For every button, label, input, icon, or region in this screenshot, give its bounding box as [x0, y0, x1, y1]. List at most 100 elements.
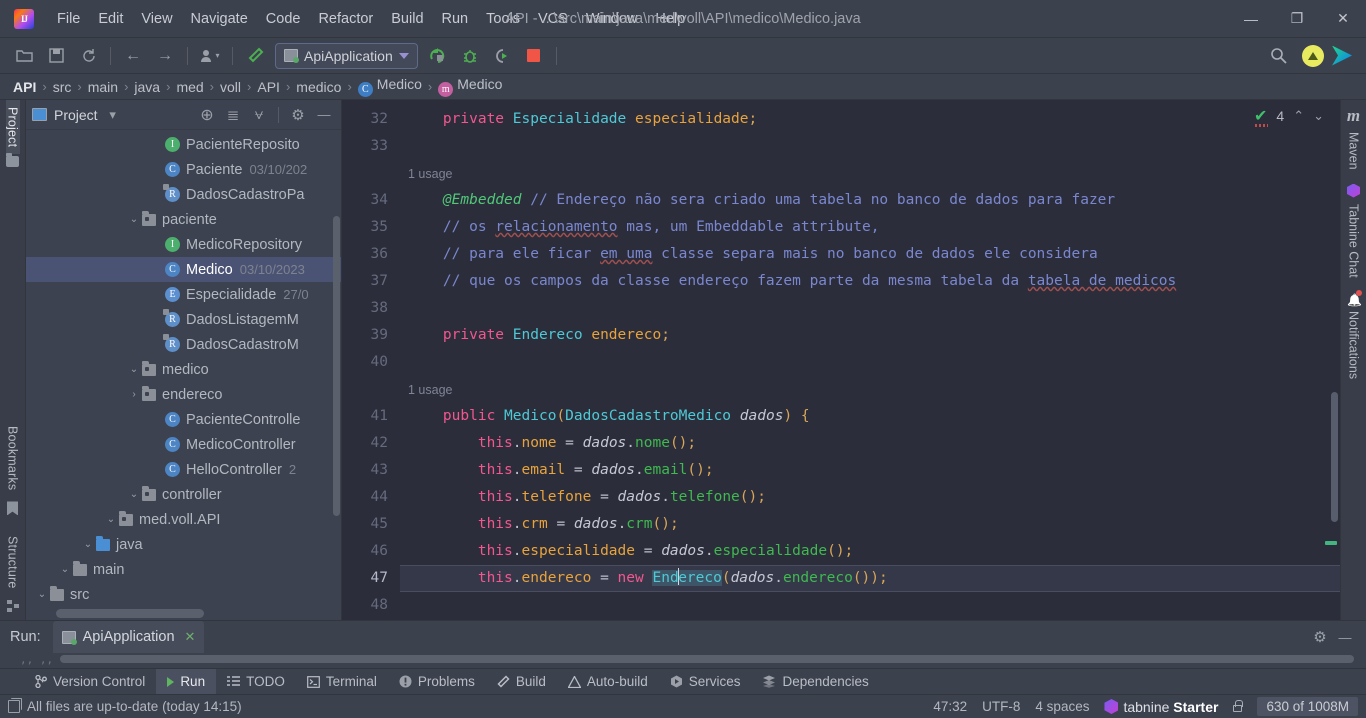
gutter-line-42[interactable]: 42 [342, 430, 400, 457]
usage-hint-row-1[interactable]: 1 usage [400, 160, 1340, 187]
project-tree[interactable]: I PacienteReposito C Paciente 03/10/202 R Dado… [26, 130, 341, 620]
breadcrumb-item-src[interactable]: src [48, 79, 77, 95]
gutter-line-38[interactable]: 38 [342, 295, 400, 322]
gutter-line-35[interactable]: 35 [342, 214, 400, 241]
debug-icon[interactable] [456, 43, 484, 69]
expand-all-icon[interactable]: ≣ [222, 104, 244, 126]
tree-twisty-icon[interactable]: ⌄ [103, 514, 119, 525]
tree-item-src[interactable]: ⌄ src [26, 582, 341, 607]
bottom-tab-version-control[interactable]: Version Control [24, 669, 156, 695]
tree-item-dadoslistagemm[interactable]: R DadosListagemM [26, 307, 341, 332]
bottom-tab-todo[interactable]: TODO [216, 669, 296, 695]
forward-arrow-icon[interactable]: → [151, 43, 179, 69]
gutter-line-43[interactable]: 43 [342, 457, 400, 484]
run-tab-apiapplication[interactable]: ApiApplication ✕ [52, 621, 205, 653]
search-icon[interactable] [1264, 43, 1292, 69]
gear-icon[interactable]: ⚙ [287, 104, 309, 126]
sync-icon[interactable] [74, 43, 102, 69]
tree-item-pacientecontrolle[interactable]: C PacienteControlle [26, 407, 341, 432]
gutter-line-48[interactable]: 48 [342, 592, 400, 619]
ide-logo-icon[interactable] [1332, 45, 1352, 66]
strip-tab-project[interactable]: Project [5, 100, 20, 155]
menu-file[interactable]: File [48, 7, 89, 31]
tree-twisty-icon[interactable]: ⌄ [126, 364, 142, 375]
hide-panel-icon[interactable]: — [313, 104, 335, 126]
breadcrumb-item-medico-pkg[interactable]: medico [291, 79, 346, 95]
bottom-tab-build[interactable]: Build [486, 669, 557, 695]
tree-item-medico[interactable]: ⌄ medico [26, 357, 341, 382]
tree-twisty-icon[interactable]: › [126, 389, 142, 400]
tree-item-med-voll-api[interactable]: ⌄ med.voll.API [26, 507, 341, 532]
bottom-tab-run[interactable]: Run [156, 668, 217, 695]
maximize-button[interactable]: ❐ [1274, 0, 1320, 38]
inspection-widget[interactable]: ✔ 4 ⌃ ⌄ [1254, 106, 1324, 127]
strip-tab-bookmarks[interactable]: Bookmarks [6, 419, 20, 497]
gutter-line-34[interactable]: 34 [342, 187, 400, 214]
save-icon[interactable] [42, 43, 70, 69]
gutter-line-37[interactable]: 37 [342, 268, 400, 295]
tree-item-dadoscadastropa[interactable]: R DadosCadastroPa [26, 182, 341, 207]
menu-help[interactable]: Help [646, 7, 694, 31]
tree-item-dadoscadastrom[interactable]: R DadosCadastroM [26, 332, 341, 357]
menu-code[interactable]: Code [257, 7, 310, 31]
breadcrumb-item-medico-method[interactable]: m Medico [433, 76, 507, 97]
menu-run[interactable]: Run [433, 7, 478, 31]
usage-hint-row-2[interactable]: 1 usage [400, 376, 1340, 403]
tree-twisty-icon[interactable]: ⌄ [126, 214, 142, 225]
hide-panel-icon[interactable]: — [1334, 626, 1356, 648]
tree-item-medicocontroller[interactable]: C MedicoController [26, 432, 341, 457]
tree-horizontal-scrollbar[interactable] [56, 609, 204, 618]
update-icon[interactable] [1302, 44, 1324, 67]
tree-twisty-icon[interactable]: ⌄ [34, 589, 50, 600]
gutter-line-45[interactable]: 45 [342, 511, 400, 538]
breadcrumb-item-voll[interactable]: voll [215, 79, 246, 95]
chevron-up-icon[interactable]: ⌃ [1293, 108, 1304, 124]
tree-twisty-icon[interactable]: ⌄ [126, 489, 142, 500]
bottom-tab-services[interactable]: Services [659, 669, 752, 695]
run-with-coverage-icon[interactable] [488, 43, 516, 69]
editor-vertical-scrollbar[interactable] [1331, 392, 1338, 522]
tree-vertical-scrollbar[interactable] [333, 216, 340, 516]
profile-icon[interactable]: ▾ [196, 43, 224, 69]
gutter-spacer[interactable] [342, 160, 400, 187]
breadcrumb-item-main[interactable]: main [83, 79, 123, 95]
gutter-line-47[interactable]: 47 [342, 565, 400, 592]
menu-tools[interactable]: Tools [477, 7, 529, 31]
menu-navigate[interactable]: Navigate [182, 7, 257, 31]
lock-icon[interactable] [1233, 699, 1244, 712]
strip-tab-maven[interactable]: Maven [1347, 126, 1361, 184]
close-button[interactable]: ✕ [1320, 0, 1366, 38]
caret-position[interactable]: 47:32 [933, 699, 967, 714]
close-icon[interactable]: ✕ [185, 629, 196, 645]
stop-icon[interactable] [520, 43, 548, 69]
breadcrumb-item-api[interactable]: API [8, 79, 41, 95]
back-arrow-icon[interactable]: ← [119, 43, 147, 69]
breadcrumb-item-java[interactable]: java [129, 79, 165, 95]
minimize-button[interactable]: — [1228, 0, 1274, 38]
menu-vcs[interactable]: VCS [529, 7, 577, 31]
tree-item-paciente[interactable]: ⌄ paciente [26, 207, 341, 232]
run-configuration-selector[interactable]: ApiApplication [275, 42, 418, 69]
run-icon[interactable] [424, 43, 452, 69]
memory-indicator[interactable]: 630 of 1008M [1257, 697, 1358, 716]
breadcrumb-item-api-pkg[interactable]: API [252, 79, 285, 95]
build-hammer-icon[interactable] [241, 43, 269, 69]
bottom-tab-terminal[interactable]: Terminal [296, 669, 388, 695]
gutter-line-32[interactable]: 32 [342, 106, 400, 133]
gutter-line-33[interactable]: 33 [342, 133, 400, 160]
tree-twisty-icon[interactable]: ⌄ [57, 564, 73, 575]
tree-item-paciente[interactable]: C Paciente 03/10/202 [26, 157, 341, 182]
menu-build[interactable]: Build [382, 7, 432, 31]
gutter-line-40[interactable]: 40 [342, 349, 400, 376]
tree-item-java[interactable]: ⌄ java [26, 532, 341, 557]
gutter-spacer[interactable] [342, 376, 400, 403]
tree-item-main[interactable]: ⌄ main [26, 557, 341, 582]
run-horizontal-scrollbar[interactable] [60, 655, 1354, 663]
tree-item-endereco[interactable]: › endereco [26, 382, 341, 407]
tree-item-hellocontroller[interactable]: C HelloController 2 [26, 457, 341, 482]
line-number-gutter[interactable]: 32 33 34 35 36 37 38 39 40 41 42 43 44 45 46 47 48 [342, 100, 400, 620]
gear-icon[interactable]: ⚙ [1309, 626, 1331, 648]
menu-edit[interactable]: Edit [89, 7, 132, 31]
gutter-line-46[interactable]: 46 [342, 538, 400, 565]
file-encoding[interactable]: UTF-8 [982, 699, 1020, 714]
